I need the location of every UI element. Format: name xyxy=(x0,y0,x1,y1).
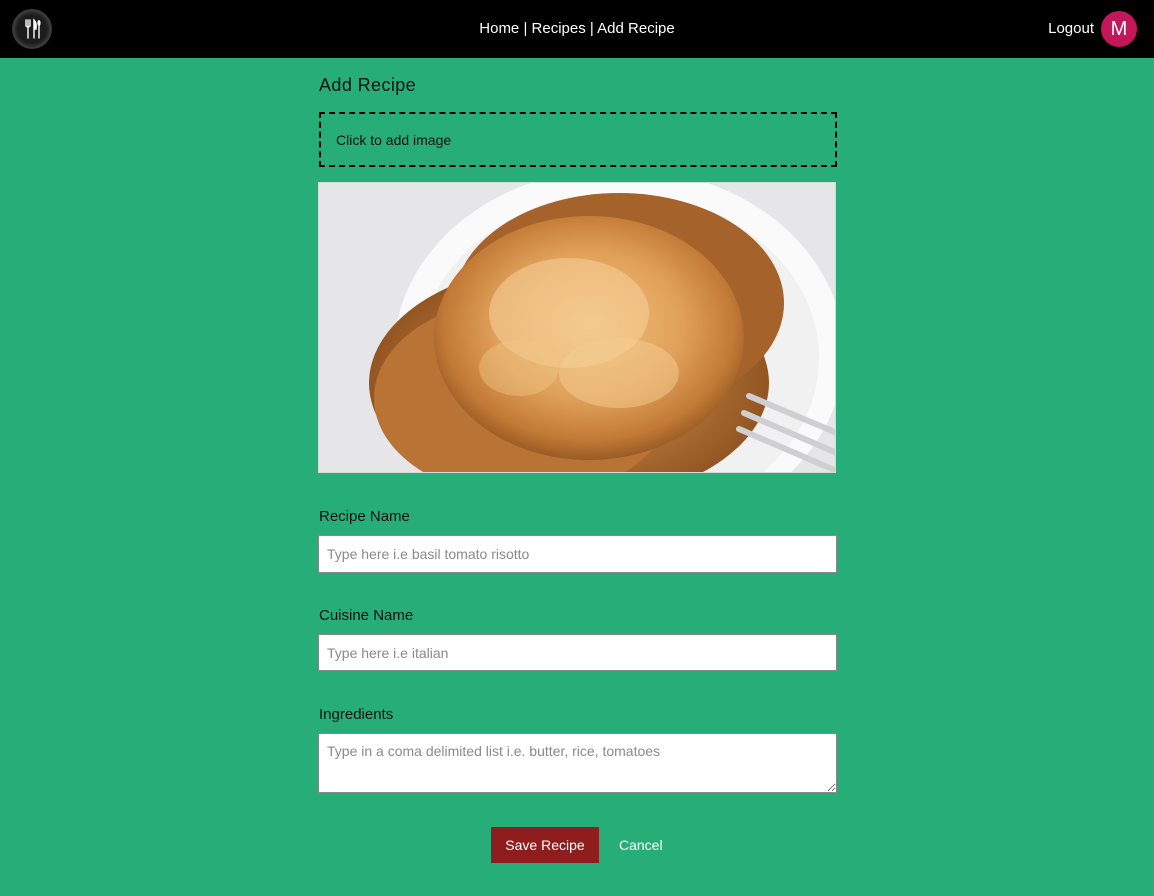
ingredients-label: Ingredients xyxy=(319,706,394,723)
nav-recipes-link[interactable]: Recipes xyxy=(532,20,586,37)
save-recipe-button[interactable]: Save Recipe xyxy=(491,827,599,863)
nav-add-recipe-link[interactable]: Add Recipe xyxy=(597,20,675,37)
nav-home-link[interactable]: Home xyxy=(479,20,519,37)
page-title: Add Recipe xyxy=(319,75,417,95)
logout-link[interactable]: Logout xyxy=(1048,19,1094,39)
ingredients-textarea[interactable] xyxy=(318,733,837,793)
cuisine-name-label: Cuisine Name xyxy=(319,607,414,624)
nav-separator: | xyxy=(523,20,528,37)
image-upload-dropzone[interactable]: Click to add image xyxy=(319,112,837,167)
nav-separator: | xyxy=(589,20,594,37)
recipe-name-label: Recipe Name xyxy=(319,508,410,525)
recipe-image-preview xyxy=(318,182,836,473)
image-upload-label: Click to add image xyxy=(336,132,452,148)
top-navigation-bar: Home | Recipes | Add Recipe Logout M xyxy=(0,0,1154,58)
cuisine-name-input[interactable] xyxy=(318,634,837,671)
main-nav: Home | Recipes | Add Recipe xyxy=(0,19,1154,39)
pancakes-image xyxy=(319,183,835,472)
user-avatar[interactable]: M xyxy=(1101,11,1137,47)
recipe-name-input[interactable] xyxy=(318,535,837,573)
cancel-link[interactable]: Cancel xyxy=(619,837,663,853)
